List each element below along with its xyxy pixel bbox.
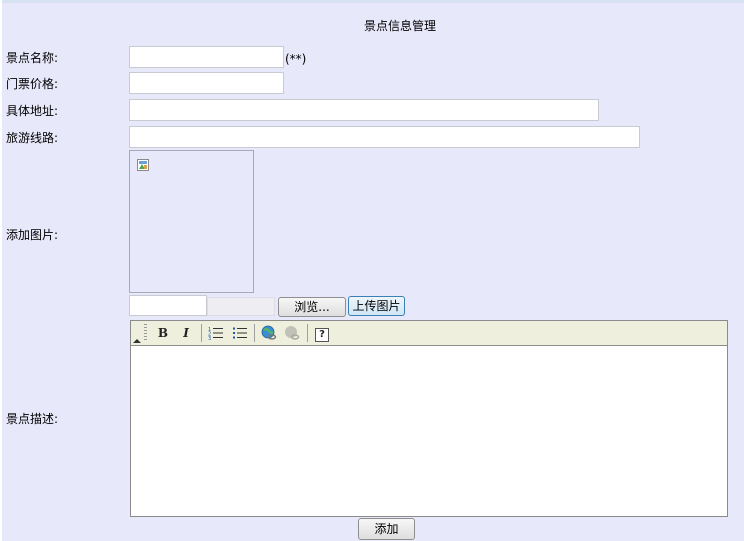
file-path-display: [207, 297, 275, 316]
price-input[interactable]: [129, 72, 284, 94]
left-border: [0, 0, 2, 541]
bold-icon[interactable]: B: [154, 324, 172, 342]
route-label: 旅游线路:: [6, 131, 59, 145]
rich-text-editor: B I 1 2 3 ?: [130, 320, 728, 517]
required-mark: (**): [285, 52, 307, 66]
help-icon[interactable]: ?: [313, 324, 331, 342]
name-input[interactable]: [129, 46, 284, 68]
broken-image-icon: [137, 159, 149, 171]
ordered-list-icon[interactable]: 1 2 3: [207, 324, 225, 342]
upload-image-button[interactable]: 上传图片: [348, 296, 405, 316]
help-glyph: ?: [315, 328, 329, 342]
description-label: 景点描述:: [6, 412, 59, 426]
image-preview: [129, 150, 254, 293]
toolbar-separator: [307, 324, 308, 342]
remove-link-icon[interactable]: [283, 324, 301, 342]
toolbar-grip-icon[interactable]: [144, 324, 147, 341]
address-label: 具体地址:: [6, 104, 59, 118]
italic-icon[interactable]: I: [177, 324, 195, 342]
toolbar-separator: [254, 324, 255, 342]
image-label: 添加图片:: [6, 228, 59, 242]
top-border: [0, 0, 744, 3]
add-button[interactable]: 添加: [358, 518, 415, 540]
name-label: 景点名称:: [6, 51, 59, 65]
toolbar-collapse-icon[interactable]: [133, 339, 141, 343]
insert-link-icon[interactable]: [260, 324, 278, 342]
svg-text:3: 3: [208, 336, 211, 340]
editor-toolbar: B I 1 2 3 ?: [131, 321, 727, 346]
address-input[interactable]: [129, 99, 599, 121]
page-title: 景点信息管理: [363, 19, 436, 33]
price-label: 门票价格:: [6, 77, 59, 91]
image-path-input[interactable]: [129, 295, 207, 316]
description-editor-area[interactable]: [131, 346, 727, 516]
browse-button[interactable]: 浏览...: [278, 297, 346, 317]
unordered-list-icon[interactable]: [231, 324, 249, 342]
route-input[interactable]: [129, 126, 640, 148]
toolbar-separator: [201, 324, 202, 342]
